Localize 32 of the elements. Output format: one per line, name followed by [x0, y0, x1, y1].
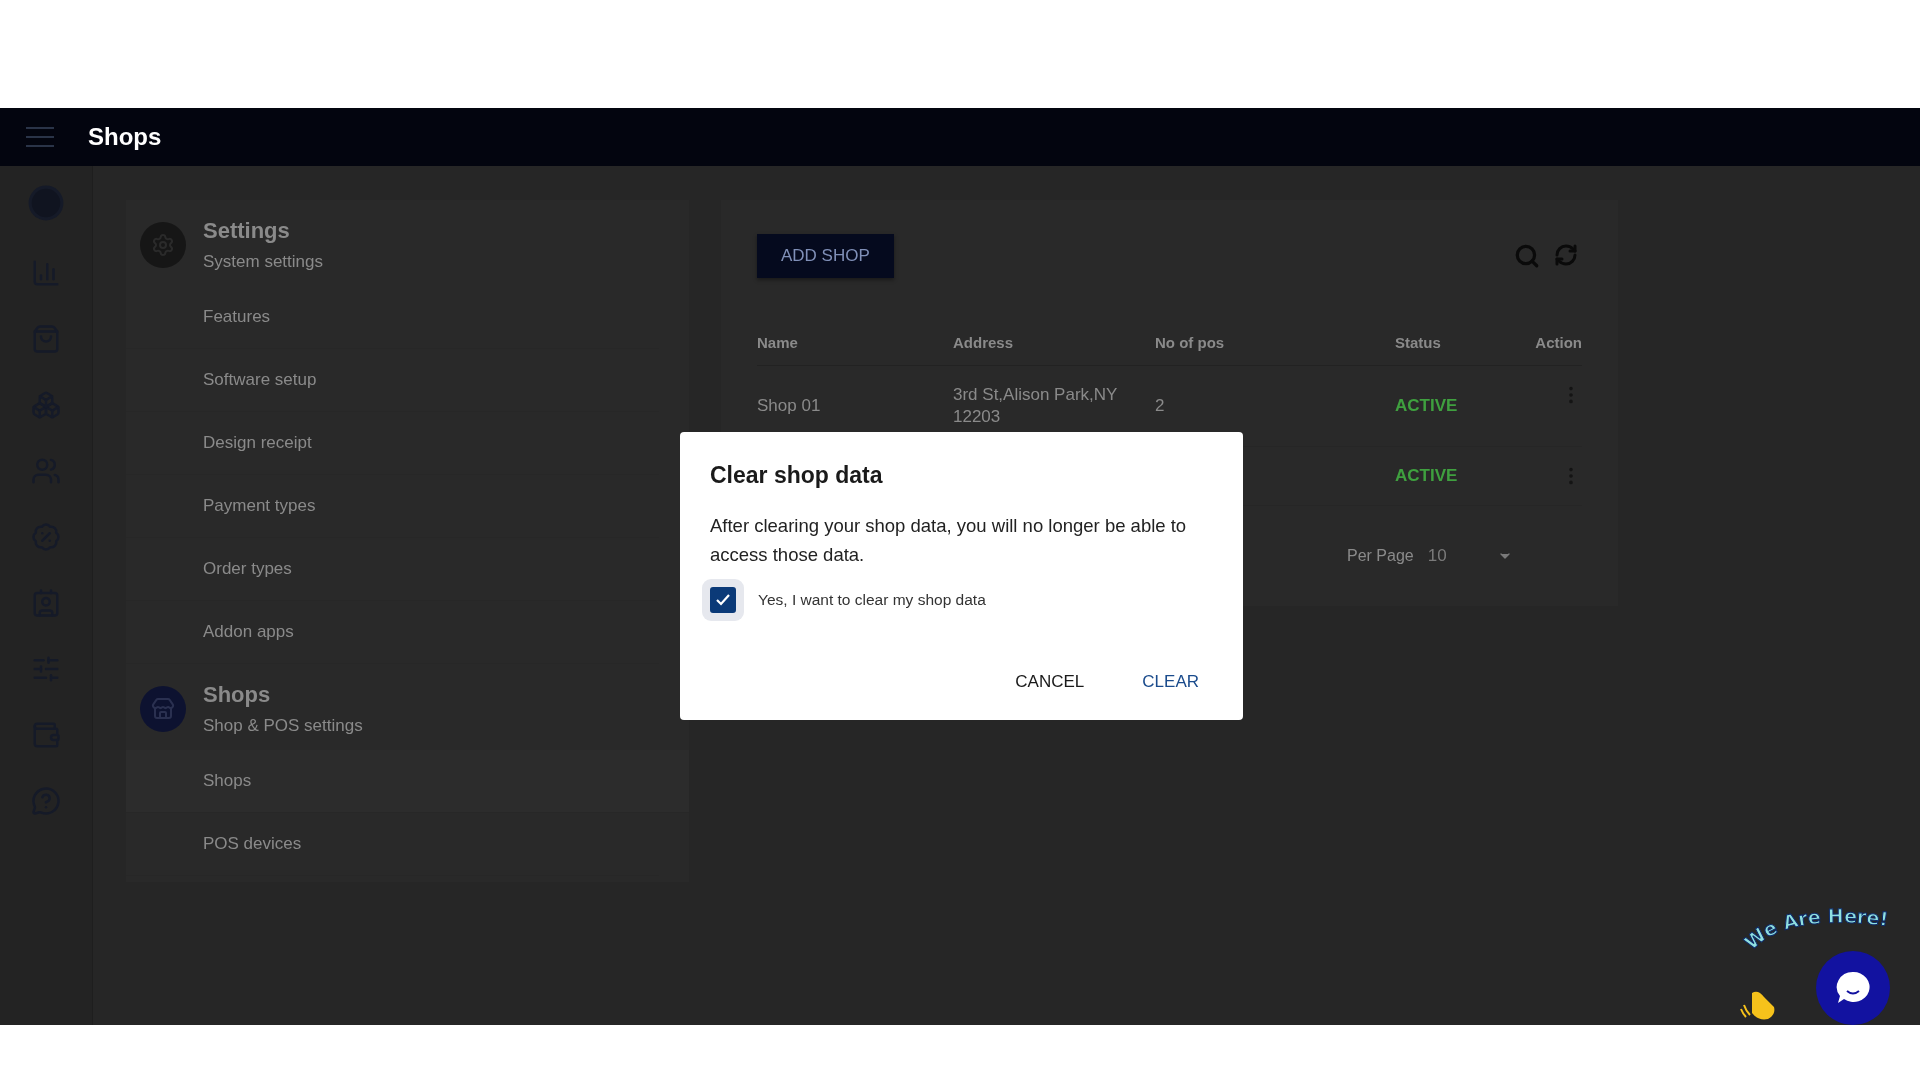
- per-page-select[interactable]: 10: [1427, 546, 1513, 567]
- clear-button[interactable]: CLEAR: [1128, 664, 1213, 700]
- chat-tagline: We Are Here!: [1738, 905, 1908, 951]
- status-label: ACTIVE: [1395, 366, 1536, 448]
- per-page-label: Per Page: [1347, 547, 1414, 566]
- section-subtitle: Shop & POS settings: [203, 716, 363, 736]
- dialog-title: Clear shop data: [710, 462, 884, 489]
- nav-item[interactable]: Addon apps: [126, 601, 659, 664]
- status-label: ACTIVE: [1395, 447, 1536, 507]
- menu-icon[interactable]: [26, 126, 54, 148]
- nav-item[interactable]: Payment types: [126, 475, 659, 538]
- nav-item[interactable]: POS devices: [126, 813, 659, 876]
- section-title: Settings: [203, 218, 291, 244]
- dialog-message: After clearing your shop data, you will no longer be able to access those data.: [710, 514, 1188, 567]
- column-header: Address: [953, 334, 1155, 366]
- page-title: Shops: [88, 123, 162, 151]
- section-subtitle: System settings: [203, 252, 323, 272]
- add-shop-button[interactable]: ADD SHOP: [757, 234, 894, 278]
- checkbox-label: Yes, I want to clear my shop data: [758, 591, 986, 609]
- column-header: Name: [757, 334, 953, 366]
- nav-item[interactable]: Software setup: [126, 349, 659, 412]
- refresh-icon[interactable]: [1554, 243, 1578, 267]
- nav-item[interactable]: Features: [126, 286, 659, 349]
- column-header: No of pos: [1155, 334, 1395, 366]
- search-icon[interactable]: [1514, 243, 1540, 269]
- column-header: Status: [1395, 334, 1536, 366]
- cancel-button[interactable]: CANCEL: [1001, 664, 1099, 700]
- nav-item[interactable]: Order types: [126, 538, 659, 601]
- column-header: Action: [1535, 334, 1582, 366]
- check-icon: [715, 593, 731, 607]
- section-title: Shops: [203, 682, 272, 708]
- nav-item[interactable]: Design receipt: [126, 412, 659, 475]
